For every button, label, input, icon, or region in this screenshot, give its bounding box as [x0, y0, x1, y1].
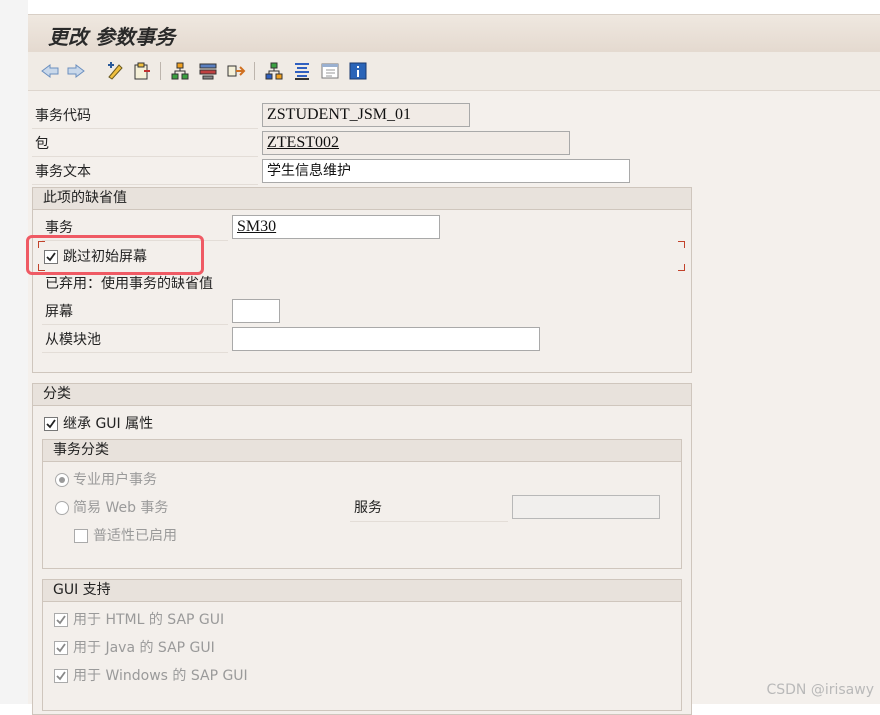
hierarchy-icon[interactable]	[170, 61, 190, 81]
annotation-highlight-box	[26, 235, 204, 275]
info-icon[interactable]	[348, 61, 368, 81]
screen-label: 屏幕	[45, 304, 73, 320]
package-label: 包	[35, 136, 49, 152]
service-field[interactable]	[512, 495, 660, 519]
pervasive-checkbox[interactable]	[74, 529, 88, 543]
layout-icon[interactable]	[320, 61, 340, 81]
package-field[interactable]: ZTEST002	[262, 131, 570, 155]
professional-radio[interactable]	[55, 473, 69, 487]
toolbar-separator	[254, 62, 255, 80]
focus-corner	[678, 241, 685, 248]
default-transaction-field[interactable]: SM30	[232, 215, 440, 239]
easy-web-radio[interactable]	[55, 501, 69, 515]
service-label: 服务	[354, 500, 382, 516]
display-change-icon[interactable]	[106, 61, 126, 81]
gui-html-label: 用于 HTML 的 SAP GUI	[73, 612, 225, 628]
checkmark-icon	[56, 671, 66, 681]
module-pool-field[interactable]	[232, 327, 540, 351]
other-object-icon[interactable]	[132, 61, 152, 81]
structure-icon[interactable]	[264, 61, 284, 81]
forward-arrow-icon[interactable]	[66, 61, 86, 81]
inherit-gui-checkbox[interactable]	[44, 417, 58, 431]
easy-web-label: 简易 Web 事务	[73, 500, 169, 516]
window-title: 更改 参数事务	[48, 25, 175, 49]
transaction-text-field[interactable]: 学生信息维护	[262, 159, 630, 183]
checkmark-icon	[46, 419, 56, 429]
application-toolbar	[28, 52, 880, 91]
left-margin	[0, 0, 28, 704]
where-used-icon[interactable]	[198, 61, 218, 81]
pervasive-label: 普适性已启用	[93, 528, 177, 544]
gui-java-label: 用于 Java 的 SAP GUI	[73, 640, 215, 656]
transaction-text-label: 事务文本	[35, 164, 91, 180]
row-divider	[32, 132, 258, 157]
classification-group-title: 分类	[33, 384, 691, 406]
screen-field[interactable]	[232, 299, 280, 323]
gui-java-checkbox[interactable]	[54, 641, 68, 655]
gui-html-checkbox[interactable]	[54, 613, 68, 627]
professional-label: 专业用户事务	[73, 472, 157, 488]
title-bar: 更改 参数事务	[28, 14, 880, 53]
toolbar-separator	[160, 62, 161, 80]
module-pool-label: 从模块池	[45, 332, 101, 348]
focus-corner	[678, 264, 685, 271]
gui-windows-label: 用于 Windows 的 SAP GUI	[73, 668, 248, 684]
checkmark-icon	[56, 615, 66, 625]
tx-classification-title: 事务分类	[43, 440, 681, 462]
gui-windows-checkbox[interactable]	[54, 669, 68, 683]
gui-support-title: GUI 支持	[43, 580, 681, 602]
tcode-field[interactable]: ZSTUDENT_JSM_01	[262, 103, 470, 127]
back-arrow-icon[interactable]	[40, 61, 60, 81]
checkmark-icon	[56, 643, 66, 653]
inventory-icon[interactable]	[292, 61, 312, 81]
tcode-label: 事务代码	[35, 108, 91, 124]
transport-icon[interactable]	[226, 61, 246, 81]
watermark: CSDN @irisawy	[766, 682, 874, 698]
defaults-group-title: 此项的缺省值	[33, 188, 691, 210]
obsolete-note: 已弃用：使用事务的缺省值	[45, 276, 213, 292]
inherit-gui-label: 继承 GUI 属性	[63, 416, 154, 432]
